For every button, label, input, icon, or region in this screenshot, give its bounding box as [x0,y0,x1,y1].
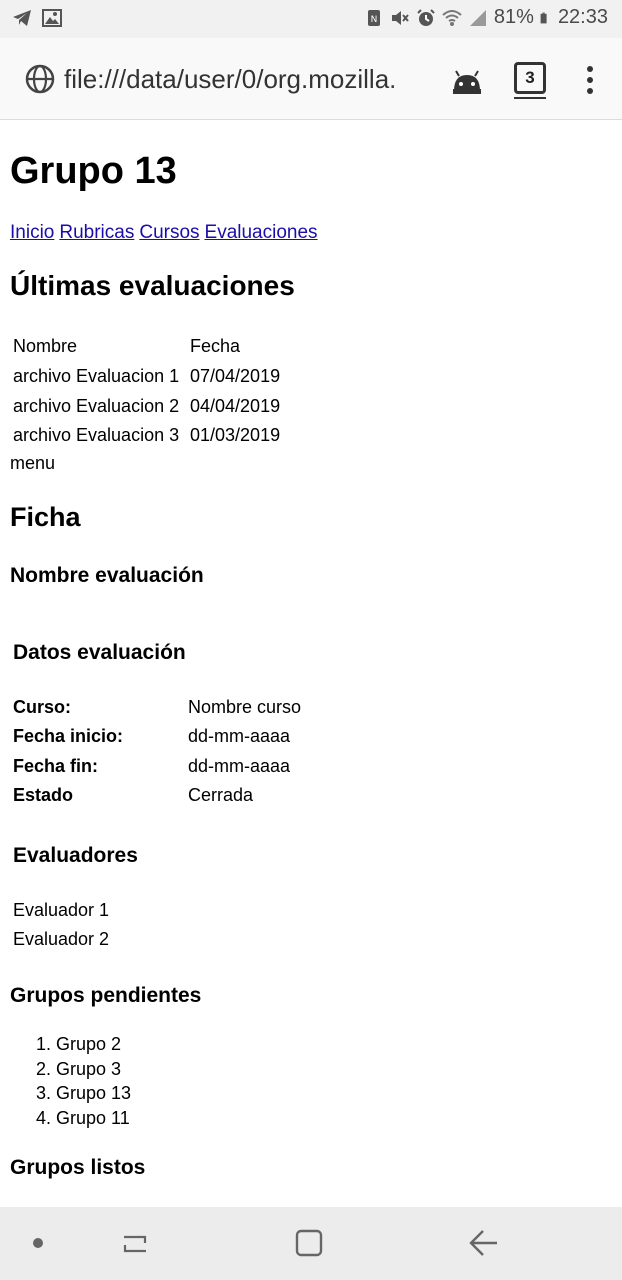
table-header-nombre: Nombre [13,336,78,356]
nav-link-inicio[interactable]: Inicio [10,222,54,243]
svg-text:N: N [371,15,378,25]
list-item: 2. Grupo 3 [36,1059,122,1079]
list-item: 3. Grupo 13 [36,1083,132,1103]
nav-link-rubricas[interactable]: Rubricas [59,222,134,243]
nav-links: Inicio Rubricas Cursos Evaluaciones [10,222,323,244]
data-row: Curso: Nombre curso [13,697,301,718]
clock: 22:33 [557,6,608,28]
table-row: archivo Evaluacion 2 04/04/2019 [13,396,280,417]
table-header-fecha: Fecha [190,336,241,356]
page-title: Grupo 13 [10,150,177,192]
list-item: Evaluador 1 [13,900,110,920]
data-row: Fecha fin: dd-mm-aaaa [13,756,290,777]
globe-icon[interactable] [24,63,56,95]
back-icon[interactable] [467,1227,501,1259]
data-value: Nombre curso [188,697,302,717]
data-value: dd-mm-aaaa [188,726,291,746]
list-item: 4. Grupo 11 [36,1108,130,1128]
recent-apps-icon[interactable] [120,1229,150,1259]
nfc-icon: N [367,9,380,26]
pending-groups-heading: Grupos pendientes [10,984,202,1007]
latest-evaluations-heading: Últimas evaluaciones [10,270,295,301]
table-cell-nombre: archivo Evaluacion 1 [13,366,180,386]
data-value: dd-mm-aaaa [188,756,291,776]
table-cell-nombre: archivo Evaluacion 3 [13,425,180,445]
table-row: archivo Evaluacion 3 01/03/2019 [13,425,280,446]
table-cell-fecha: 07/04/2019 [190,366,281,386]
table-cell-fecha: 01/03/2019 [190,425,281,445]
status-right-icons: N 81% 22:33 [364,6,608,29]
list-item: 1. Grupo 2 [36,1034,122,1054]
status-left-icons [12,8,62,28]
nav-dot-indicator [33,1238,43,1248]
table-row: archivo Evaluacion 1 07/04/2019 [13,366,280,387]
nav-link-evaluaciones[interactable]: Evaluaciones [205,222,318,243]
browser-toolbar: file:///data/user/0/org.mozilla. 3 [0,38,622,120]
list-item: Evaluador 2 [13,929,110,949]
battery-percent: 81% [493,6,534,28]
ready-groups-heading: Grupos listos [10,1156,146,1179]
home-icon[interactable] [293,1227,325,1259]
wifi-icon [442,9,462,26]
mute-icon [391,10,409,25]
evaluators-heading: Evaluadores [13,844,138,867]
evaluation-data-heading: Datos evaluación [13,641,186,664]
signal-icon [469,9,486,26]
url-field[interactable]: file:///data/user/0/org.mozilla. [64,64,434,98]
table-cell-fecha: 04/04/2019 [190,396,281,416]
battery-icon [540,12,547,23]
status-bar: N 81% 22:33 [0,0,622,38]
data-label: Fecha fin: [13,756,99,776]
telegram-icon [13,10,31,26]
data-row: Fecha inicio: dd-mm-aaaa [13,726,290,747]
data-row: Estado Cerrada [13,785,253,806]
nav-link-cursos[interactable]: Cursos [139,222,199,243]
table-header-row: Nombre Fecha [13,336,240,357]
data-label: Estado [13,785,74,805]
data-value: Cerrada [188,785,254,805]
data-label: Fecha inicio: [13,726,124,746]
data-label: Curso: [13,697,71,717]
evaluation-name-heading: Nombre evaluación [10,564,204,587]
system-nav-bar [0,1207,622,1280]
android-icon[interactable] [450,63,484,97]
overflow-menu-icon[interactable] [582,66,598,96]
image-icon [42,9,62,27]
menu-label: menu [10,453,56,473]
alarm-icon [417,8,435,26]
ficha-heading: Ficha [10,502,81,532]
table-cell-nombre: archivo Evaluacion 2 [13,396,180,416]
tabs-counter-button[interactable]: 3 [514,62,546,99]
